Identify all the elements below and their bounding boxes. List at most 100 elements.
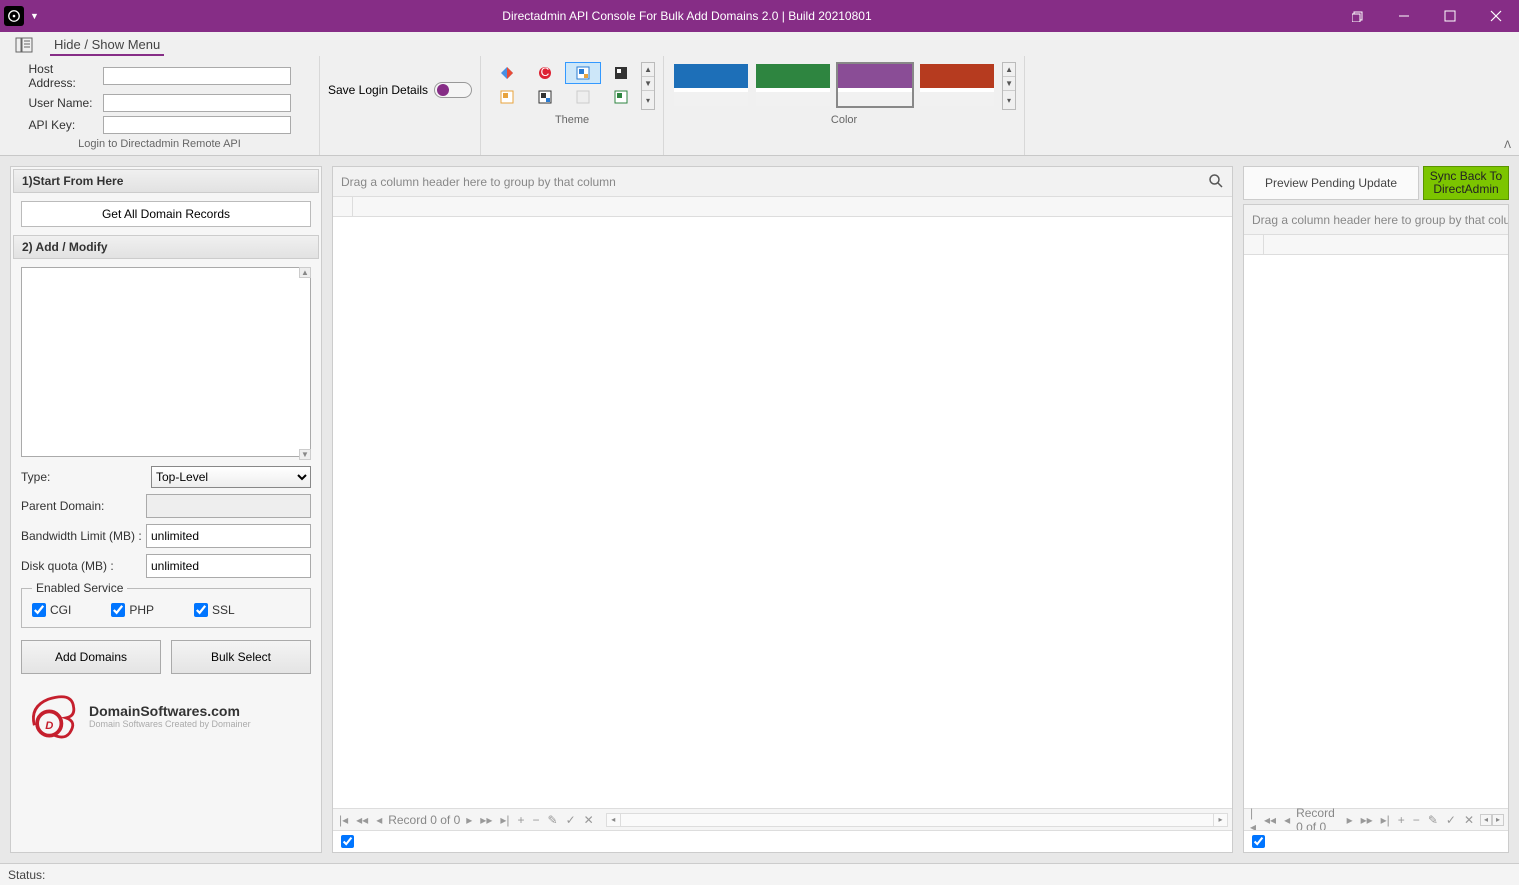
save-login-label: Save Login Details [328,83,428,97]
grid-horizontal-scrollbar[interactable]: ◂ ▸ [606,813,1228,827]
theme-item-8[interactable] [603,86,639,108]
grid-column-header[interactable] [333,197,1232,217]
spinner-up-icon[interactable]: ▲ [1003,63,1015,77]
ssl-checkbox[interactable] [194,603,208,617]
get-all-domain-records-button[interactable]: Get All Domain Records [21,201,311,227]
status-label: Status: [8,868,45,882]
brand-logo-icon: D [25,688,81,744]
api-key-label: API Key: [29,118,99,132]
quick-access-dropdown-icon[interactable]: ▼ [30,11,39,21]
nav-commit-icon[interactable]: ✓ [564,813,578,827]
nav-next-icon[interactable]: ▸ [464,813,474,827]
left-sidebar: 1)Start From Here Get All Domain Records… [10,166,322,853]
nav-add-icon[interactable]: + [515,813,526,827]
nav-cancel-icon[interactable]: ✕ [1462,813,1476,827]
scroll-left-icon[interactable]: ◂ [1480,814,1492,826]
nav-prev-page-icon[interactable]: ◂◂ [354,813,370,827]
scroll-left-icon[interactable]: ◂ [607,814,621,826]
nav-next-page-icon[interactable]: ▸▸ [1359,813,1375,827]
php-checkbox-wrap[interactable]: PHP [111,603,154,617]
theme-item-6[interactable] [527,86,563,108]
ribbon-collapse-icon[interactable]: ᐱ [1504,140,1511,151]
hide-show-menu-link[interactable]: Hide / Show Menu [50,35,164,56]
spinner-up-icon[interactable]: ▲ [642,63,654,77]
spinner-down-icon[interactable]: ▼ [642,77,654,91]
step1-header[interactable]: 1)Start From Here [13,169,319,193]
save-login-toggle[interactable] [434,82,472,98]
color-swatch-purple[interactable] [836,62,914,108]
cgi-checkbox-wrap[interactable]: CGI [32,603,71,617]
grid-group-by-area[interactable]: Drag a column header here to group by th… [333,167,1232,197]
nav-next-icon[interactable]: ▸ [1345,813,1355,827]
nav-first-icon[interactable]: |◂ [337,813,350,827]
cgi-checkbox[interactable] [32,603,46,617]
search-icon[interactable] [1208,173,1224,189]
statusbar: Status: [0,863,1519,885]
nav-cancel-icon[interactable]: ✕ [582,813,596,827]
nav-last-icon[interactable]: ▸| [498,813,511,827]
theme-item-7[interactable] [565,86,601,108]
preview-grid-footer-checkbox[interactable] [1252,835,1265,848]
color-swatch-green[interactable] [754,62,832,108]
preview-grid-column-header[interactable] [1244,235,1508,255]
scroll-right-icon[interactable]: ▸ [1213,814,1227,826]
theme-gallery-spinner[interactable]: ▲ ▼ ▾ [641,62,655,110]
user-name-input[interactable] [103,94,291,112]
scroll-right-icon[interactable]: ▸ [1492,814,1504,826]
php-checkbox[interactable] [111,603,125,617]
grid-body[interactable] [333,217,1232,808]
preview-grid-body[interactable] [1244,255,1508,808]
file-menu-icon[interactable] [12,34,36,56]
nav-prev-icon[interactable]: ◂ [374,813,384,827]
nav-next-page-icon[interactable]: ▸▸ [478,813,494,827]
theme-item-3[interactable] [565,62,601,84]
window-minimize-icon[interactable] [1381,0,1427,32]
theme-item-1[interactable] [489,62,525,84]
nav-delete-icon[interactable]: − [531,813,542,827]
grid-footer [333,830,1232,852]
spinner-down-icon[interactable]: ▼ [1003,77,1015,91]
login-group-label: Login to Directadmin Remote API [78,138,241,153]
nav-prev-icon[interactable]: ◂ [1282,813,1292,827]
nav-add-icon[interactable]: + [1396,813,1407,827]
api-key-input[interactable] [103,116,291,134]
window-maximize-icon[interactable] [1427,0,1473,32]
preview-pending-label: Preview Pending Update [1243,166,1419,200]
host-address-input[interactable] [103,67,291,85]
color-swatch-red[interactable] [918,62,996,108]
nav-delete-icon[interactable]: − [1411,813,1422,827]
sync-back-button[interactable]: Sync Back To DirectAdmin [1423,166,1509,200]
preview-grid-footer [1244,830,1508,852]
type-select[interactable]: Top-Level [151,466,311,488]
grid-footer-checkbox[interactable] [341,835,354,848]
bulk-select-button[interactable]: Bulk Select [171,640,311,674]
disk-quota-input[interactable] [146,554,311,578]
save-login-group: Save Login Details [320,56,481,155]
bandwidth-input[interactable] [146,524,311,548]
nav-last-icon[interactable]: ▸| [1379,813,1392,827]
spinner-dropdown-icon[interactable]: ▾ [1003,91,1015,109]
textarea-scroll-down-icon[interactable]: ▼ [299,449,311,460]
disk-quota-label: Disk quota (MB) : [21,559,146,573]
step2-header[interactable]: 2) Add / Modify [13,235,319,259]
spinner-dropdown-icon[interactable]: ▾ [642,91,654,109]
color-swatch-blue[interactable] [672,62,750,108]
login-group: Host Address: User Name: API Key: Login … [0,56,320,155]
theme-item-4[interactable] [603,62,639,84]
textarea-scroll-up-icon[interactable]: ▲ [299,267,311,278]
nav-commit-icon[interactable]: ✓ [1444,813,1458,827]
theme-group: C ▲ ▼ ▾ Theme [481,56,664,155]
nav-edit-icon[interactable]: ✎ [1426,813,1440,827]
nav-prev-page-icon[interactable]: ◂◂ [1262,813,1278,827]
preview-grid: Drag a column header here to group by th… [1243,204,1509,853]
theme-item-5[interactable] [489,86,525,108]
theme-item-2[interactable]: C [527,62,563,84]
ssl-checkbox-wrap[interactable]: SSL [194,603,235,617]
nav-edit-icon[interactable]: ✎ [546,813,560,827]
window-restore-down-small-icon[interactable] [1335,0,1381,32]
color-gallery-spinner[interactable]: ▲ ▼ ▾ [1002,62,1016,110]
domains-textarea[interactable] [21,267,311,457]
add-domains-button[interactable]: Add Domains [21,640,161,674]
preview-grid-group-area[interactable]: Drag a column header here to group by th… [1244,205,1508,235]
window-close-icon[interactable] [1473,0,1519,32]
